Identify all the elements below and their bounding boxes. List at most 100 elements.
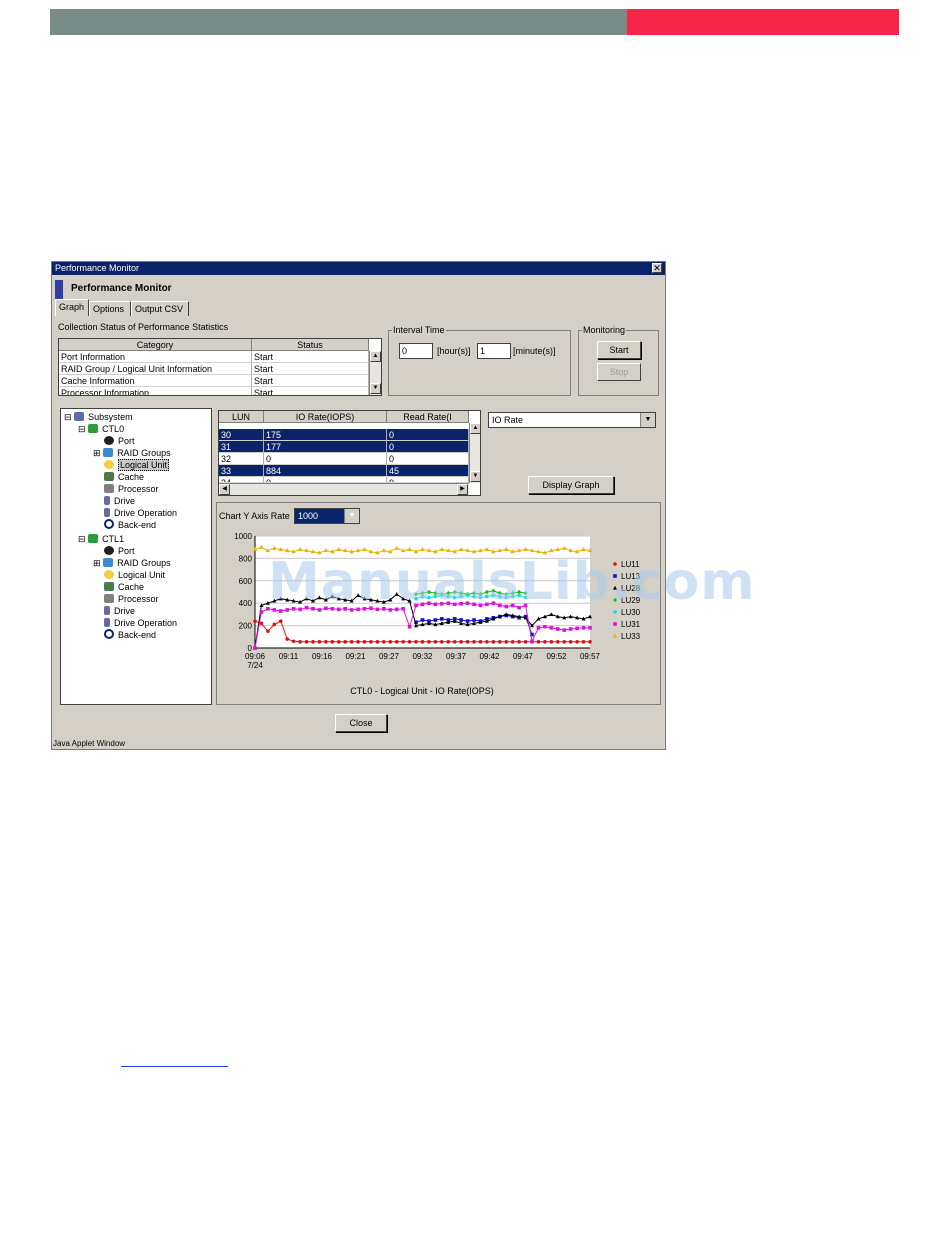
tree-node-ctl0-port[interactable]: Port <box>104 435 135 447</box>
tab-graph[interactable]: Graph <box>55 299 89 316</box>
table-cell[interactable]: Start <box>252 387 369 395</box>
tree-node-ctl1-port[interactable]: Port <box>104 545 135 557</box>
lun-table: LUN IO Rate(IOPS) Read Rate(I 30 175 0 3… <box>218 410 481 496</box>
tree-node-ctl1-back-end[interactable]: Back-end <box>104 629 156 641</box>
column-header-io-rate[interactable]: IO Rate(IOPS) <box>264 411 387 423</box>
column-header-status[interactable]: Status <box>252 339 369 351</box>
window-titlebar: Performance Monitor ✕ <box>52 262 665 275</box>
tree-node-ctl1-logical-unit[interactable]: Logical Unit <box>104 569 165 581</box>
table-cell[interactable]: 0 <box>387 429 469 441</box>
scroll-right-icon[interactable]: ▶ <box>457 484 468 495</box>
data-point <box>536 626 541 630</box>
table-cell[interactable]: 33 <box>219 465 264 477</box>
lun-table-hscrollbar[interactable]: ◀ ▶ <box>219 483 469 495</box>
lun-table-vscrollbar[interactable]: ▲ ▼ <box>469 423 480 483</box>
table-cell[interactable]: Start <box>252 351 369 363</box>
collection-status-label: Collection Status of Performance Statist… <box>58 322 229 332</box>
data-point <box>356 640 360 644</box>
table-cell[interactable]: 0 <box>264 453 387 465</box>
tree-node-ctl0-processor[interactable]: Processor <box>104 483 159 495</box>
expand-icon[interactable]: ⊞ <box>93 558 101 568</box>
table-cell[interactable]: Port Information <box>59 351 252 363</box>
tree-node-ctl0-drive[interactable]: Drive <box>104 495 135 507</box>
legend-label: LU31 <box>621 620 641 629</box>
stop-button[interactable]: Stop <box>597 363 641 381</box>
tree-node-ctl1-drive[interactable]: Drive <box>104 605 135 617</box>
close-button[interactable]: Close <box>335 714 387 732</box>
expand-icon[interactable]: ⊞ <box>93 448 101 458</box>
data-point <box>253 619 257 623</box>
data-point <box>266 629 270 633</box>
y-tick-label: 400 <box>239 599 253 608</box>
tree-node-ctl0-drive-operation[interactable]: Drive Operation <box>104 507 177 519</box>
table-cell[interactable]: Start <box>252 375 369 387</box>
tab-output-csv[interactable]: Output CSV <box>131 301 189 316</box>
tree-node-ctl1-cache[interactable]: Cache <box>104 581 144 593</box>
collapse-icon[interactable]: ⊟ <box>78 424 86 434</box>
data-point <box>304 640 309 644</box>
column-header-category[interactable]: Category <box>59 339 252 351</box>
table-cell[interactable]: 30 <box>219 429 264 441</box>
table-cell[interactable]: RAID Group / Logical Unit Information <box>59 363 252 375</box>
column-header-lun[interactable]: LUN <box>219 411 264 423</box>
table-cell[interactable]: 177 <box>264 441 387 453</box>
y-axis-rate-select[interactable]: 1000 ▼ <box>294 508 360 524</box>
tree-node-ctl0-raid-groups[interactable]: ⊞ RAID Groups <box>93 447 171 459</box>
back-end-icon <box>104 519 114 529</box>
collection-status-table: Category Status Port Information Start R… <box>58 338 382 396</box>
data-point <box>343 640 347 644</box>
data-point <box>575 626 579 631</box>
table-cell[interactable]: 45 <box>387 465 469 477</box>
logical-unit-icon <box>104 570 114 579</box>
chevron-down-icon[interactable]: ▼ <box>344 509 359 523</box>
tree-node-ctl1[interactable]: ⊟ CTL1 <box>78 533 124 545</box>
table-cell[interactable]: Processor Information <box>59 387 252 395</box>
table-cell[interactable]: 884 <box>264 465 387 477</box>
scroll-down-icon[interactable]: ▼ <box>370 383 381 394</box>
scroll-left-icon[interactable]: ◀ <box>219 484 230 495</box>
tree-node-subsystem[interactable]: ⊟ Subsystem <box>64 411 133 423</box>
tree-node-ctl0-back-end[interactable]: Back-end <box>104 519 156 531</box>
metric-select[interactable]: IO Rate ▼ <box>488 412 656 428</box>
display-graph-button[interactable]: Display Graph <box>528 476 614 494</box>
scroll-down-icon[interactable]: ▼ <box>470 471 480 482</box>
minutes-input[interactable]: 1 <box>477 343 511 359</box>
tree-node-ctl0-logical-unit[interactable]: Logical Unit <box>104 459 170 471</box>
table-cell[interactable]: 0 <box>387 441 469 453</box>
table-cell[interactable]: 0 <box>387 453 469 465</box>
start-button[interactable]: Start <box>597 341 641 359</box>
scroll-up-icon[interactable]: ▲ <box>470 423 480 434</box>
x-tick-label: 09:27 <box>379 652 400 661</box>
column-header-read-rate[interactable]: Read Rate(I <box>387 411 469 423</box>
drive-operation-icon <box>104 618 110 627</box>
collapse-icon[interactable]: ⊟ <box>78 534 86 544</box>
data-point <box>369 640 373 644</box>
collapse-icon[interactable]: ⊟ <box>64 412 72 422</box>
tree-node-ctl1-processor[interactable]: Processor <box>104 593 159 605</box>
raid-group-icon <box>103 448 114 457</box>
tree-node-ctl0[interactable]: ⊟ CTL0 <box>78 423 124 435</box>
link-underline[interactable] <box>121 1066 228 1067</box>
table-cell[interactable]: Cache Information <box>59 375 252 387</box>
data-point <box>259 621 264 626</box>
data-point <box>382 640 386 644</box>
cache-icon <box>104 472 114 481</box>
table-cell[interactable]: 175 <box>264 429 387 441</box>
tree-node-ctl1-drive-operation[interactable]: Drive Operation <box>104 617 177 629</box>
x-tick-label: 09:32 <box>412 652 433 661</box>
hours-input[interactable]: 0 <box>399 343 433 359</box>
drive-icon <box>104 496 110 505</box>
tree-node-ctl0-cache[interactable]: Cache <box>104 471 144 483</box>
table-cell[interactable]: 32 <box>219 453 264 465</box>
chevron-down-icon[interactable]: ▼ <box>640 413 655 427</box>
tree-node-ctl1-raid-groups[interactable]: ⊞ RAID Groups <box>93 557 171 569</box>
close-window-icon[interactable]: ✕ <box>652 263 662 273</box>
table-cell[interactable]: Start <box>252 363 369 375</box>
legend-marker <box>612 633 618 638</box>
data-point <box>543 640 547 644</box>
collection-scrollbar[interactable]: ▲ ▼ <box>369 351 381 395</box>
table-cell[interactable]: 31 <box>219 441 264 453</box>
tab-options[interactable]: Options <box>89 301 131 316</box>
scroll-up-icon[interactable]: ▲ <box>370 351 381 362</box>
data-point <box>510 640 515 644</box>
